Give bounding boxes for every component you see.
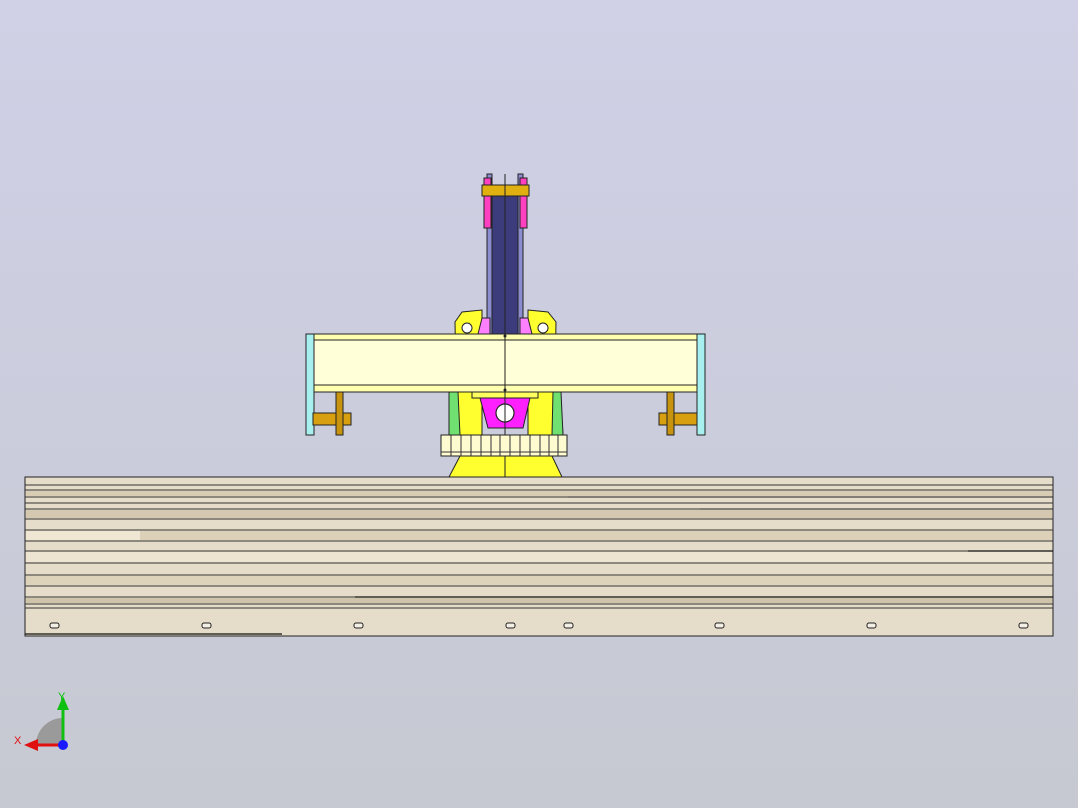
slot-hole bbox=[1018, 622, 1029, 629]
base-flange[interactable] bbox=[448, 455, 563, 478]
slot-hole bbox=[353, 622, 364, 629]
slot-hole bbox=[714, 622, 725, 629]
cad-viewport[interactable]: Y X bbox=[0, 0, 1078, 808]
gear-ring[interactable] bbox=[440, 434, 568, 457]
slot-hole bbox=[505, 622, 516, 629]
triad-quadrant-shading bbox=[36, 718, 63, 745]
vertical-mast[interactable] bbox=[477, 173, 533, 335]
slot-hole bbox=[201, 622, 212, 629]
right-stud[interactable] bbox=[658, 391, 698, 436]
model-graphics-area[interactable]: Y X bbox=[0, 0, 1078, 808]
x-axis-label: X bbox=[14, 735, 22, 747]
slot-hole bbox=[563, 622, 574, 629]
right-end-bracket bbox=[696, 333, 706, 436]
y-axis-label: Y bbox=[58, 691, 66, 703]
slot-hole bbox=[866, 622, 877, 629]
slot-hole bbox=[49, 622, 60, 629]
z-axis-dot bbox=[58, 740, 68, 750]
left-stud[interactable] bbox=[312, 391, 352, 436]
axis-triad: Y X bbox=[14, 691, 69, 751]
base-rail[interactable] bbox=[24, 476, 1054, 637]
